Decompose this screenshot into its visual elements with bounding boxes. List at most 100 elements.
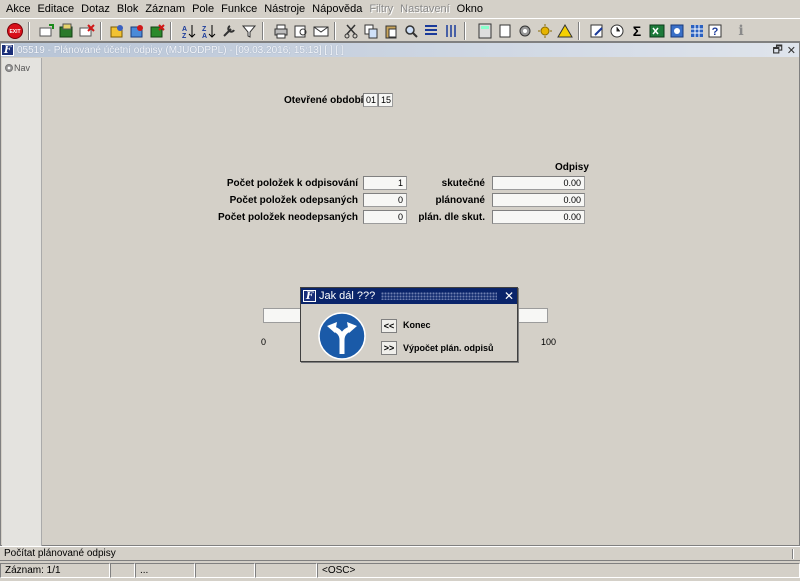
sort-ascending-button[interactable]: AZ [180, 22, 198, 40]
paste-icon [385, 25, 397, 39]
list-button[interactable] [422, 22, 440, 40]
menu-editace[interactable]: Editace [34, 3, 77, 15]
menu-pole[interactable]: Pole [189, 3, 217, 15]
delete-record-button[interactable] [78, 22, 96, 40]
warning-button[interactable] [556, 22, 574, 40]
filter-button[interactable] [240, 22, 258, 40]
print-preview-button[interactable] [292, 22, 310, 40]
window-title-bar[interactable]: F 05519 - Plánované účetní odpisy (MJUOD… [1, 43, 799, 57]
paste-button[interactable] [382, 22, 400, 40]
toolbar: EXIT AZ ZA Σ ? i [0, 18, 800, 42]
svg-text:Z: Z [202, 26, 207, 33]
sort-descending-icon: ZA [202, 25, 216, 39]
calculate-option-label: Výpočet plán. odpisů [403, 343, 494, 353]
progress-min-label: 0 [261, 337, 267, 347]
menu-filtry[interactable]: Filtry [366, 3, 396, 15]
info-button[interactable]: i [732, 22, 750, 40]
menu-napoveda[interactable]: Nápověda [309, 3, 365, 15]
exit-button[interactable]: EXIT [6, 22, 24, 40]
next-step-dialog: F Jak dál ??? ✕ << Konec >> Výpočet plán… [300, 287, 518, 362]
svg-text:A: A [182, 26, 187, 33]
copy-button[interactable] [362, 22, 380, 40]
columns-icon [446, 25, 456, 37]
progress-max-label: 100 [541, 337, 557, 347]
export-icon [670, 24, 684, 38]
save-button[interactable] [58, 22, 76, 40]
edit-button[interactable] [588, 22, 606, 40]
planned-amount-field[interactable]: 0.00 [492, 193, 585, 207]
document-icon [499, 24, 511, 38]
menu-nastroje[interactable]: Nástroje [261, 3, 308, 15]
planned-label: plánované [435, 195, 485, 206]
query-cancel-button[interactable] [148, 22, 166, 40]
query-enter-button[interactable] [108, 22, 126, 40]
list-icon [425, 25, 437, 35]
restore-window-icon[interactable]: 🗗 [772, 41, 782, 60]
export-button[interactable] [668, 22, 686, 40]
calculate-option-button[interactable]: >> [381, 341, 397, 355]
clock-button[interactable] [608, 22, 626, 40]
planned-by-actual-label: plán. dle skut. [418, 212, 485, 223]
print-button[interactable] [272, 22, 290, 40]
help-button[interactable]: ? [706, 22, 724, 40]
mode-indicator: <OSC> [317, 563, 800, 578]
query-cancel-icon [150, 24, 165, 38]
direction-sign-icon [318, 312, 366, 360]
period-year-field[interactable]: 15 [378, 93, 393, 107]
filter-icon [241, 25, 257, 38]
gear-button[interactable] [516, 22, 534, 40]
sum-icon: Σ [632, 23, 642, 39]
menu-akce[interactable]: Akce [3, 3, 33, 15]
actual-amount-field[interactable]: 0.00 [492, 176, 585, 190]
wrench-button[interactable] [220, 22, 238, 40]
menu-zaznam[interactable]: Záznam [142, 3, 188, 15]
calculator-button[interactable] [476, 22, 494, 40]
cut-button[interactable] [342, 22, 360, 40]
grid-button[interactable] [688, 22, 706, 40]
query-execute-icon [130, 25, 143, 38]
insert-record-button[interactable] [38, 22, 56, 40]
period-label: Otevřené období [284, 95, 364, 106]
search-button[interactable] [402, 22, 420, 40]
print-icon [274, 24, 288, 39]
exit-option-button[interactable]: << [381, 319, 397, 333]
menu-dotaz[interactable]: Dotaz [78, 3, 113, 15]
items-depreciated-field[interactable]: 0 [363, 193, 407, 207]
sum-button[interactable]: Σ [628, 22, 646, 40]
menu-okno[interactable]: Okno [454, 3, 486, 15]
app-logo-icon: F [1, 44, 14, 56]
close-window-icon[interactable]: ✕ [787, 44, 796, 57]
status-cell-3: ... [135, 563, 195, 578]
gear-icon [519, 25, 531, 37]
exit-option-label: Konec [403, 320, 431, 330]
sort-descending-button[interactable]: ZA [200, 22, 218, 40]
title-bar-pattern [381, 292, 497, 300]
nav-label: Nav [14, 63, 31, 73]
svg-text:EXIT: EXIT [9, 29, 20, 35]
clock-icon [610, 24, 624, 38]
dialog-title-bar[interactable]: F Jak dál ??? ✕ [301, 288, 517, 304]
mail-icon [313, 26, 329, 37]
status-cell-4 [195, 563, 255, 578]
toolbar-separator [170, 22, 172, 40]
exit-icon: EXIT [7, 23, 23, 39]
period-month-field[interactable]: 01 [363, 93, 378, 107]
columns-button[interactable] [442, 22, 460, 40]
menu-nastaveni[interactable]: Nastavení [397, 3, 453, 15]
items-to-depreciate-field[interactable]: 1 [363, 176, 407, 190]
mail-button[interactable] [312, 22, 330, 40]
sun-button[interactable] [536, 22, 554, 40]
query-enter-icon [110, 25, 123, 38]
nav-button[interactable]: Nav [5, 63, 30, 73]
menu-funkce[interactable]: Funkce [218, 3, 260, 15]
items-not-depreciated-field[interactable]: 0 [363, 210, 407, 224]
document-button[interactable] [496, 22, 514, 40]
query-execute-button[interactable] [128, 22, 146, 40]
toolbar-separator [262, 22, 264, 40]
dialog-close-icon[interactable]: ✕ [503, 289, 515, 303]
excel-button[interactable] [648, 22, 666, 40]
items-not-depreciated-label: Počet položek neodepsaných [217, 212, 358, 223]
planned-by-actual-amount-field[interactable]: 0.00 [492, 210, 585, 224]
menu-blok[interactable]: Blok [114, 3, 141, 15]
sort-ascending-icon: AZ [182, 25, 196, 39]
